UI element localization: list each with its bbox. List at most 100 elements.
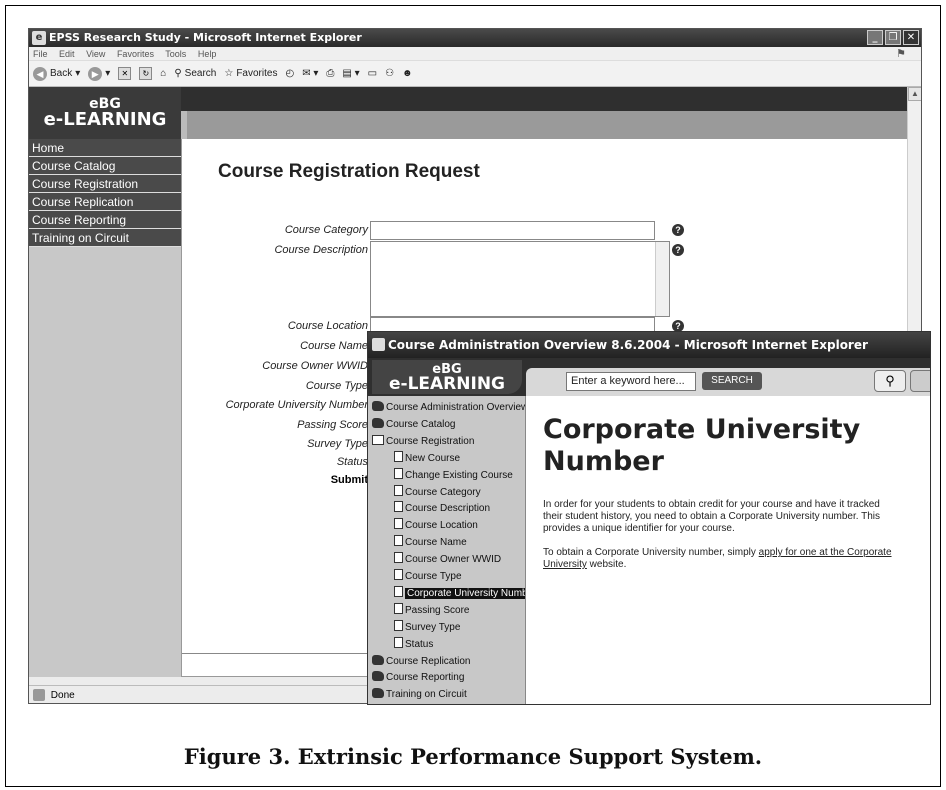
nav-item[interactable]: Change Existing Course: [394, 467, 513, 484]
university-link[interactable]: University: [543, 559, 587, 570]
print-icon[interactable]: ⎙: [326, 61, 334, 87]
sidebar-item-training-on-circuit[interactable]: Training on Circuit: [29, 229, 181, 247]
nav-item[interactable]: Course Category: [394, 484, 481, 501]
sidebar-item-home[interactable]: Home: [29, 139, 181, 157]
nav-item-label: Survey Type: [405, 621, 461, 633]
home-icon[interactable]: ⌂: [160, 61, 166, 87]
minimize-icon[interactable]: _: [867, 30, 883, 45]
browser-toolbar: ◀ Back ▾ ▶ ▾ ✕ ↻ ⌂ ⚲ Search ☆ Favorites …: [29, 61, 921, 87]
help-icon[interactable]: ?: [672, 244, 684, 256]
ie-popup-window: Course Administration Overview 8.6.2004 …: [367, 331, 931, 705]
book-closed-icon: [372, 417, 384, 428]
edit-icon[interactable]: ▤ ▾: [342, 61, 359, 87]
heading-line2: Number: [543, 446, 664, 477]
history-icon[interactable]: ◴: [285, 61, 294, 87]
popup-header: eBG e-LEARNING Enter a keyword here... S…: [368, 358, 930, 396]
sidebar-item-course-replication[interactable]: Course Replication: [29, 193, 181, 211]
back-button[interactable]: ◀ Back ▾: [33, 61, 80, 87]
nav-item-label: Course Registration: [386, 435, 475, 447]
nav-item[interactable]: Course Name: [394, 535, 467, 551]
forward-arrow-icon: ▶: [88, 66, 103, 81]
paragraph-line: their student history, you need to obtai…: [543, 511, 881, 522]
scroll-up-icon[interactable]: ▲: [908, 87, 921, 101]
menu-tools[interactable]: Tools: [165, 49, 186, 59]
nav-item[interactable]: Survey Type: [394, 619, 461, 636]
nav-item-label: Course Owner WWID: [405, 554, 502, 566]
nav-item-label: Course Location: [405, 520, 478, 532]
status-text: Done: [50, 690, 75, 701]
paragraph-1: In order for your students to obtain cre…: [543, 499, 880, 535]
nav-item[interactable]: Course Type: [394, 569, 462, 585]
keyword-search-input[interactable]: Enter a keyword here...: [566, 372, 696, 391]
nav-item[interactable]: Course Reporting: [372, 670, 464, 686]
nav-item[interactable]: Course Owner WWID: [394, 552, 501, 568]
sidebar-item-course-registration[interactable]: Course Registration: [29, 175, 181, 193]
page-icon: [394, 636, 403, 648]
refresh-icon[interactable]: ↻: [139, 67, 153, 80]
nav-item-label: Course Type: [405, 571, 462, 582]
book-icon[interactable]: [910, 370, 930, 392]
course-description-textarea[interactable]: [370, 241, 670, 317]
popup-titlebar: Course Administration Overview 8.6.2004 …: [368, 332, 930, 358]
apply-link[interactable]: apply for one at the Corporate: [759, 547, 892, 558]
page-icon: [394, 569, 403, 580]
forward-button[interactable]: ▶ ▾: [88, 61, 110, 87]
nav-item[interactable]: New Course: [394, 450, 460, 467]
mail-icon[interactable]: ✉ ▾: [302, 61, 318, 87]
nav-item[interactable]: Corporate University Number: [394, 585, 525, 602]
close-icon[interactable]: ✕: [903, 30, 919, 45]
submit-button[interactable]: Submit: [331, 474, 368, 486]
nav-item-label: Course Category: [405, 486, 481, 498]
nav-item[interactable]: Passing Score: [394, 602, 469, 619]
messenger-icon[interactable]: ☻: [402, 61, 413, 87]
nav-item[interactable]: Course Administration Overview: [372, 400, 526, 416]
page-icon: [394, 484, 403, 496]
menu-view[interactable]: View: [86, 49, 105, 59]
paragraph-text: website.: [586, 559, 627, 570]
logo-line2: e-LEARNING: [43, 109, 167, 130]
book-closed-icon: [372, 688, 384, 699]
menu-edit[interactable]: Edit: [59, 49, 75, 59]
search-button[interactable]: ⚲ Search: [174, 61, 216, 87]
nav-item[interactable]: Course Description: [394, 501, 490, 517]
nav-item[interactable]: Course Registration: [372, 434, 474, 450]
page-icon: [394, 535, 403, 547]
course-category-input[interactable]: [370, 221, 655, 240]
book-open-icon: [372, 434, 384, 445]
nav-item[interactable]: Training on Circuit: [372, 687, 467, 703]
magnifier-icon[interactable]: ⚲: [874, 370, 906, 392]
popup-logo: eBG e-LEARNING: [372, 360, 522, 394]
content-heading: Corporate University Number: [543, 414, 860, 478]
page-icon: [33, 689, 45, 702]
nav-item-label: Change Existing Course: [405, 469, 513, 481]
menu-bar: File Edit View Favorites Tools Help ⚑: [29, 47, 921, 61]
nav-item[interactable]: Course Location: [394, 518, 478, 534]
menu-help[interactable]: Help: [198, 49, 217, 59]
book-closed-icon: [372, 671, 384, 682]
nav-item[interactable]: Course Replication: [372, 654, 471, 670]
research-icon[interactable]: ⚇: [385, 61, 394, 87]
search-button[interactable]: SEARCH: [702, 372, 762, 390]
main-titlebar: e EPSS Research Study - Microsoft Intern…: [29, 29, 921, 47]
nav-item[interactable]: Status: [394, 636, 433, 653]
search-icon: ⚲: [174, 67, 182, 79]
figure-caption: Figure 3. Extrinsic Performance Support …: [183, 744, 763, 769]
favorites-button[interactable]: ☆ Favorites: [224, 61, 277, 87]
help-icon[interactable]: ?: [672, 224, 684, 236]
sidebar-item-course-catalog[interactable]: Course Catalog: [29, 157, 181, 175]
field-label: Course Description: [274, 244, 368, 256]
discuss-icon[interactable]: ▭: [368, 61, 377, 87]
field-label: Survey Type: [307, 438, 368, 450]
sidebar-item-course-reporting[interactable]: Course Reporting: [29, 211, 181, 229]
search-bar: Enter a keyword here... SEARCH ⚲: [526, 368, 930, 396]
maximize-icon[interactable]: ❐: [885, 30, 901, 45]
textarea-scrollbar[interactable]: [655, 242, 669, 316]
menu-favorites[interactable]: Favorites: [117, 49, 154, 59]
nav-item-label: Course Administration Overview: [386, 402, 526, 413]
nav-item[interactable]: Course Catalog: [372, 417, 455, 433]
stop-icon[interactable]: ✕: [118, 67, 132, 80]
menu-file[interactable]: File: [33, 49, 48, 59]
back-arrow-icon: ◀: [33, 66, 47, 81]
popup-content: Corporate University Number In order for…: [526, 396, 930, 704]
nav-item-label: Course Name: [405, 537, 467, 549]
